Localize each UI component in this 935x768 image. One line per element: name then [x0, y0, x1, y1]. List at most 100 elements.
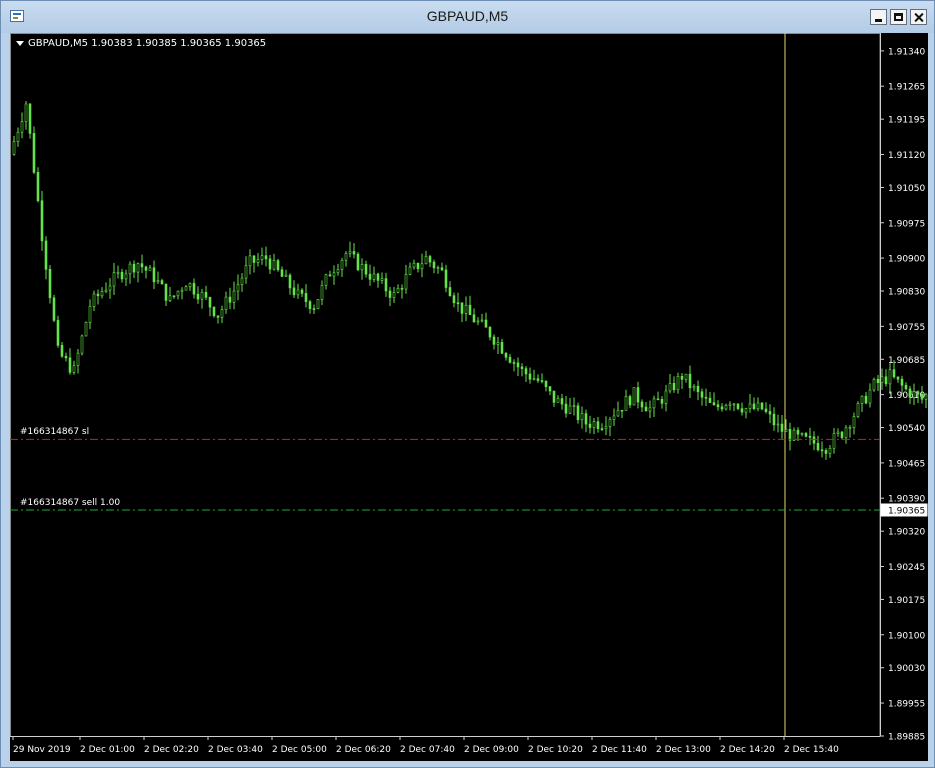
candle	[244, 256, 248, 284]
candle	[752, 397, 756, 411]
candle	[788, 422, 792, 451]
candle	[820, 441, 824, 458]
candlestick-chart[interactable]: 1.91340 1.91265 1.91195 1.91120 1.91050 1.909…	[10, 33, 928, 761]
candle	[508, 353, 512, 364]
candle	[520, 363, 524, 377]
plot-border	[10, 33, 881, 737]
candle	[880, 368, 884, 390]
candle	[276, 258, 280, 272]
candle	[168, 287, 172, 302]
candle	[884, 369, 888, 387]
price-tick-label: 1.89885	[888, 733, 925, 743]
candle	[548, 386, 552, 396]
candle	[152, 260, 156, 290]
candle	[176, 290, 180, 300]
candle	[392, 286, 396, 303]
candle	[156, 271, 160, 285]
candle	[412, 259, 416, 270]
price-tick-label: 1.90755	[888, 323, 925, 333]
candle	[848, 425, 852, 438]
candle	[20, 112, 24, 139]
candle	[632, 387, 636, 406]
candle	[664, 384, 668, 412]
chart-symbol-ohlc: GBPAUD,M5 1.90383 1.90385 1.90365 1.9036…	[28, 38, 267, 49]
candle	[672, 376, 676, 393]
chart-window: GBPAUD,M5 1.91340 1.91265 1.91195 1.91120 1.…	[0, 0, 935, 768]
candle	[28, 103, 32, 139]
candle	[320, 280, 324, 306]
candle	[324, 273, 328, 290]
candle	[912, 383, 916, 405]
candle	[872, 377, 876, 392]
candle	[200, 288, 204, 309]
candle	[384, 272, 388, 297]
candle	[304, 284, 308, 308]
price-tick-label: 1.91340	[888, 47, 925, 57]
candle	[212, 306, 216, 318]
time-tick-label: 2 Dec 03:40	[208, 745, 263, 755]
candle	[484, 312, 488, 328]
dropdown-triangle-icon[interactable]	[16, 40, 24, 46]
candle	[756, 397, 760, 412]
maximize-button[interactable]	[890, 9, 907, 25]
candle	[292, 280, 296, 298]
candle	[380, 272, 384, 284]
candle	[684, 373, 688, 383]
candle	[692, 384, 696, 392]
price-tick-label: 1.90320	[888, 528, 925, 538]
candle	[860, 395, 864, 413]
candle	[648, 400, 652, 419]
title-bar[interactable]: GBPAUD,M5	[1, 1, 934, 33]
candle	[496, 336, 500, 355]
price-tick-label: 1.90830	[888, 288, 925, 298]
price-chart[interactable]: 1.91340 1.91265 1.91195 1.91120 1.91050 1.909…	[10, 33, 928, 761]
candle	[148, 265, 152, 271]
current-price-label: 1.90365	[888, 506, 925, 516]
candle	[564, 395, 568, 418]
candle	[316, 299, 320, 310]
candle	[896, 376, 900, 383]
candle	[80, 334, 84, 356]
time-tick-label: 2 Dec 02:20	[144, 745, 199, 755]
candle	[84, 321, 88, 337]
candle	[512, 359, 516, 372]
candle	[464, 296, 468, 322]
candle	[560, 393, 564, 410]
candle	[660, 395, 664, 409]
candle	[676, 372, 680, 394]
chart-header: GBPAUD,M5 1.90383 1.90385 1.90365 1.9036…	[16, 38, 266, 49]
minimize-button[interactable]	[870, 9, 887, 25]
candle	[536, 374, 540, 383]
candle	[568, 397, 572, 415]
candle	[208, 296, 212, 317]
candle	[712, 392, 716, 406]
candle	[696, 380, 700, 401]
candle	[24, 101, 28, 130]
candle	[580, 406, 584, 429]
close-button[interactable]	[910, 9, 927, 25]
candle	[312, 304, 316, 314]
candle	[460, 302, 464, 323]
candle	[776, 414, 780, 433]
candle	[668, 374, 672, 394]
candle	[544, 380, 548, 392]
candle	[592, 418, 596, 435]
candle	[388, 286, 392, 307]
candle	[428, 254, 432, 268]
candle	[620, 409, 624, 419]
candle	[700, 388, 704, 406]
candle	[256, 252, 260, 267]
candle	[104, 282, 108, 294]
time-tick-label: 2 Dec 14:20	[720, 745, 775, 755]
candle	[600, 423, 604, 432]
candle	[716, 400, 720, 411]
candle	[816, 435, 820, 452]
candle	[32, 126, 36, 174]
candle	[828, 445, 832, 458]
candle	[532, 369, 536, 381]
time-tick-label: 29 Nov 2019	[13, 745, 71, 755]
time-tick-label: 2 Dec 11:40	[592, 745, 647, 755]
candle	[452, 292, 456, 308]
candle	[540, 373, 544, 384]
candle	[252, 255, 256, 273]
